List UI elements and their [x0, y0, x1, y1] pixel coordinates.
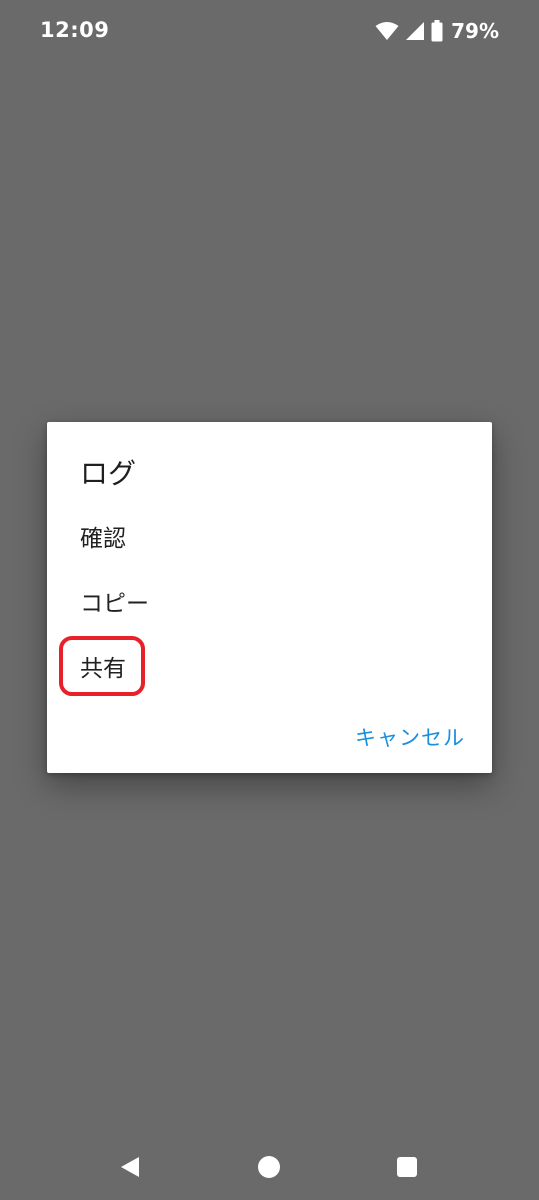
battery-percent: 79% — [451, 19, 499, 43]
cancel-button[interactable]: キャンセル — [355, 722, 465, 752]
wifi-icon — [375, 21, 399, 41]
dialog-title: ログ — [80, 457, 137, 490]
status-icons: 79% — [375, 18, 499, 44]
navigation-bar — [0, 1134, 539, 1200]
home-icon[interactable] — [258, 1156, 280, 1178]
status-time: 12:09 — [40, 18, 110, 42]
recents-icon[interactable] — [397, 1157, 417, 1177]
back-icon[interactable] — [119, 1156, 141, 1178]
status-bar: 12:09 79% — [0, 0, 539, 62]
menu-item-copy[interactable]: コピー — [80, 584, 149, 618]
log-dialog: ログ 確認 コピー 共有 キャンセル — [47, 422, 492, 773]
battery-icon — [431, 20, 443, 42]
cellular-signal-icon — [405, 21, 425, 41]
menu-item-share[interactable]: 共有 — [80, 649, 126, 683]
menu-item-confirm[interactable]: 確認 — [80, 519, 126, 553]
